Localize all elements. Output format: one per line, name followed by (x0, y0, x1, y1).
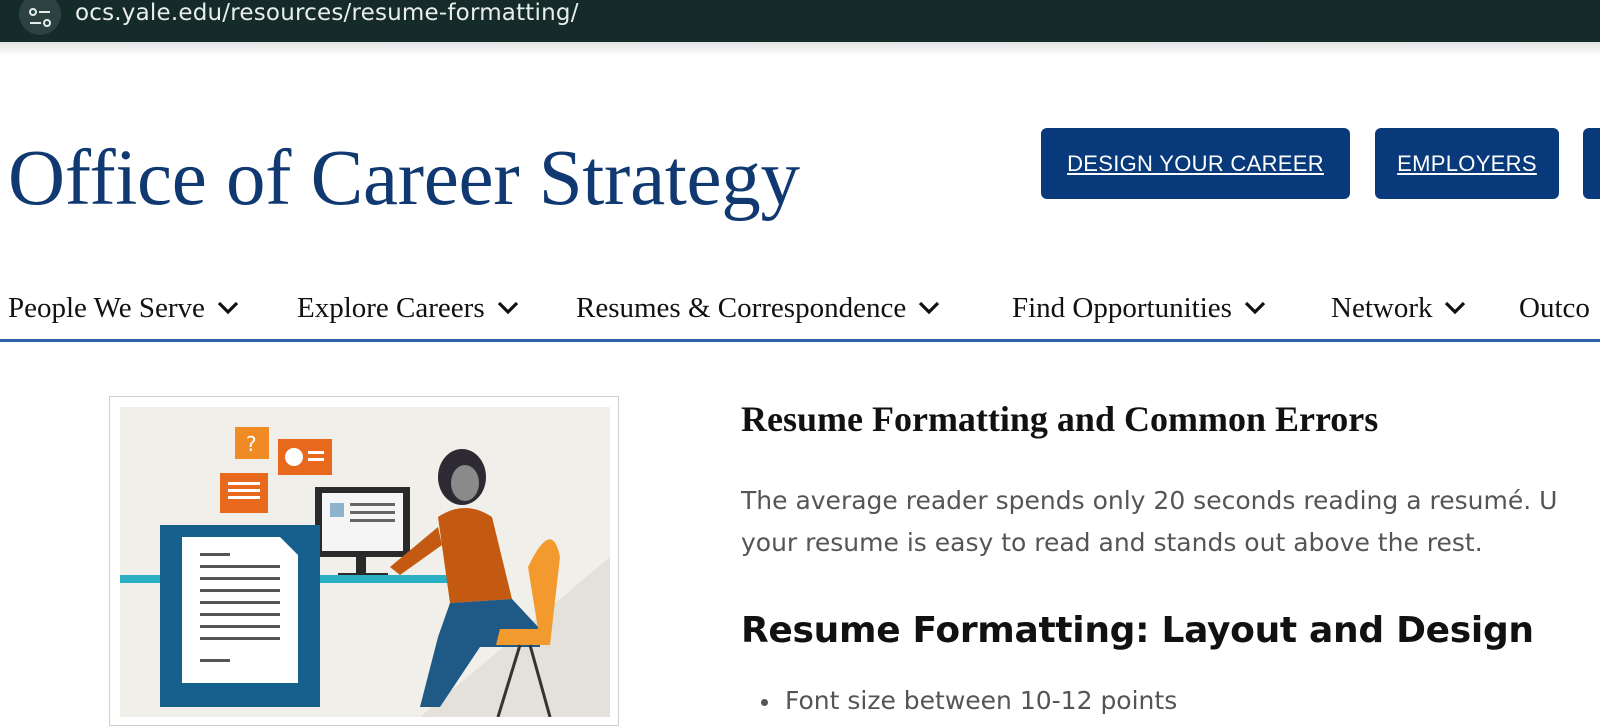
nav-label: Network (1331, 291, 1433, 324)
employers-button[interactable]: EMPLOYERS (1375, 128, 1559, 199)
nav-item-outcomes[interactable]: Outco (1519, 290, 1590, 326)
article-heading: Resume Formatting and Common Errors (741, 399, 1379, 439)
nav-item-people-we-serve[interactable]: People We Serve (8, 290, 239, 326)
chevron-down-icon (497, 301, 518, 315)
nav-item-explore-careers[interactable]: Explore Careers (297, 290, 519, 326)
browser-address-bar: ocs.yale.edu/resources/resume-formatting… (0, 0, 1600, 42)
chevron-down-icon (217, 301, 238, 315)
list-item: Font size between 10-12 points (741, 686, 1177, 715)
nav-item-find-opportunities[interactable]: Find Opportunities (1012, 290, 1266, 326)
section-heading: Resume Formatting: Layout and Design (741, 610, 1534, 651)
url-text[interactable]: ocs.yale.edu/resources/resume-formatting… (75, 0, 579, 26)
nav-label: People We Serve (8, 291, 205, 324)
site-info-button[interactable] (19, 0, 61, 35)
design-your-career-button[interactable]: DESIGN YOUR CAREER (1041, 128, 1350, 199)
intro-paragraph: The average reader spends only 20 second… (741, 480, 1600, 564)
chevron-down-icon (1244, 301, 1266, 315)
resume-illustration: ? (109, 396, 619, 726)
chevron-down-icon (919, 301, 940, 315)
person-at-desk-illustration: ? (120, 407, 610, 717)
nav-label: Explore Careers (297, 291, 485, 324)
formatting-list: Font size between 10-12 points (741, 686, 1177, 715)
main-nav: People We Serve Explore Careers Resumes … (0, 280, 1600, 342)
nav-label: Outco (1519, 291, 1590, 324)
header-button-partial[interactable] (1583, 128, 1600, 199)
tune-icon (29, 8, 51, 27)
toolbar-shadow (0, 42, 1600, 56)
svg-text:?: ? (246, 432, 257, 456)
nav-label: Resumes & Correspondence (576, 291, 907, 324)
chevron-down-icon (1445, 301, 1466, 315)
nav-label: Find Opportunities (1012, 291, 1232, 324)
intro-line-1: The average reader spends only 20 second… (741, 486, 1558, 515)
site-title[interactable]: Office of Career Strategy (8, 134, 800, 224)
nav-item-network[interactable]: Network (1331, 290, 1466, 326)
intro-line-2: your resume is easy to read and stands o… (741, 528, 1483, 557)
nav-item-resumes-correspondence[interactable]: Resumes & Correspondence (576, 290, 940, 326)
